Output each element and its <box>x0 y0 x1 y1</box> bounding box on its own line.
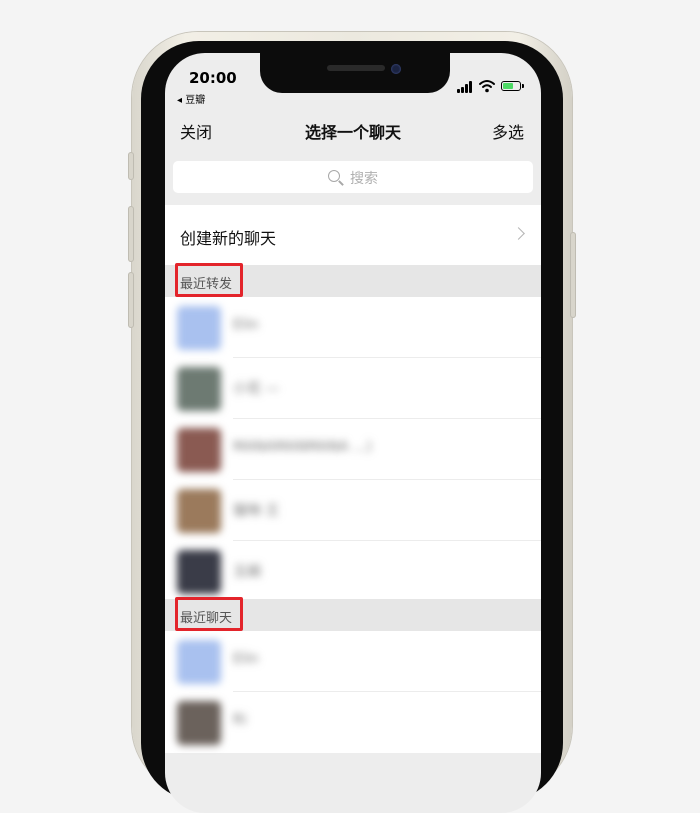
wifi-icon <box>479 80 495 93</box>
search-placeholder-wrap: 搜索 <box>173 168 533 188</box>
create-new-chat-row[interactable]: 创建新的聊天 <box>165 205 541 265</box>
highlight-box <box>175 263 243 297</box>
contact-name: 小花 — <box>233 381 280 397</box>
page-title: 选择一个聊天 <box>304 123 401 142</box>
battery-icon <box>501 81 524 91</box>
multi-select-button[interactable]: 多选 <box>492 119 524 143</box>
recent-forward-list: Elin 小花 — MANAMANMANA ...) 猫咪·王 玉娟 <box>165 297 541 602</box>
list-item[interactable]: Elin <box>165 631 541 692</box>
avatar <box>177 701 221 745</box>
create-new-chat-label: 创建新的聊天 <box>180 229 277 248</box>
section-header-recent-forward: 最近转发 <box>165 263 541 297</box>
list-item[interactable]: 玉娟 <box>165 541 541 602</box>
list-item[interactable]: Ri <box>165 692 541 753</box>
list-item[interactable]: 猫咪·王 <box>165 480 541 541</box>
avatar <box>177 367 221 411</box>
front-camera <box>391 64 401 74</box>
list-item[interactable]: MANAMANMANA ...) <box>165 419 541 480</box>
notch <box>260 53 450 93</box>
contact-name: Elin <box>233 651 259 667</box>
volume-up-button <box>128 206 134 262</box>
battery-cap <box>522 84 524 88</box>
recent-chat-list: Elin Ri <box>165 631 541 753</box>
search-placeholder: 搜索 <box>350 171 378 187</box>
avatar <box>177 428 221 472</box>
contact-name: Elin <box>233 317 259 333</box>
status-icons <box>457 79 524 93</box>
contact-name: 玉娟 <box>233 564 261 580</box>
highlight-box <box>175 597 243 631</box>
signal-icon <box>457 81 475 93</box>
phone-screen: 20:00 ◂ 豆瓣 关闭 选择一个聊天 多选 搜索 创建新的聊天 最近转发 E… <box>165 53 541 813</box>
section-header-recent-chat: 最近聊天 <box>165 597 541 631</box>
contact-name: Ri <box>233 712 247 728</box>
avatar <box>177 550 221 594</box>
power-button <box>570 232 576 318</box>
contact-name: 猫咪·王 <box>233 503 280 519</box>
close-button[interactable]: 关闭 <box>180 119 212 143</box>
list-item[interactable]: Elin <box>165 297 541 358</box>
speaker-grille <box>327 65 385 71</box>
status-time: 20:00 <box>189 69 237 87</box>
contact-name: MANAMANMANA ...) <box>233 439 372 455</box>
chevron-right-icon <box>512 227 525 240</box>
volume-down-button <box>128 272 134 328</box>
list-item[interactable]: 小花 — <box>165 358 541 419</box>
back-to-app-link[interactable]: ◂ 豆瓣 <box>177 91 205 106</box>
mute-switch <box>128 152 134 180</box>
nav-bar: 关闭 选择一个聊天 多选 <box>165 113 541 147</box>
avatar <box>177 306 221 350</box>
avatar <box>177 489 221 533</box>
battery-level <box>503 83 513 89</box>
search-icon <box>328 170 344 186</box>
avatar <box>177 640 221 684</box>
search-input[interactable]: 搜索 <box>173 161 533 193</box>
